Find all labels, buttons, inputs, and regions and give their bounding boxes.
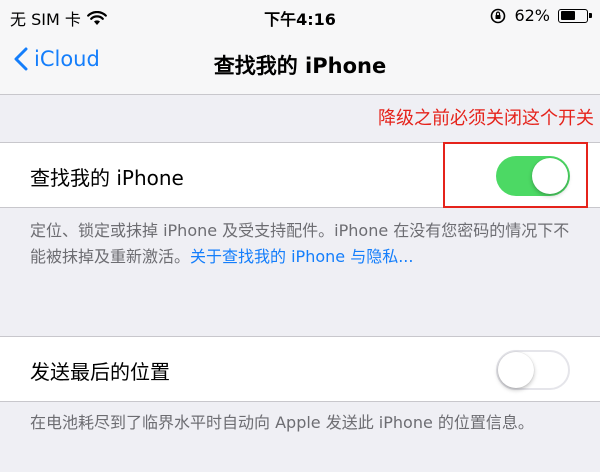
send-last-location-label: 发送最后的位置 xyxy=(30,360,170,384)
send-last-location-footnote: 在电池耗尽到了临界水平时自动向 Apple 发送此 iPhone 的位置信息。 xyxy=(30,413,534,432)
find-my-iphone-label: 查找我的 iPhone xyxy=(30,166,184,190)
find-my-iphone-footnote: 定位、锁定或抹掉 iPhone 及受支持配件。iPhone 在没有您密码的情况下… xyxy=(30,218,578,270)
status-right: 62% xyxy=(490,6,592,25)
battery-fill xyxy=(560,11,576,20)
page-title: 查找我的 iPhone xyxy=(213,54,387,78)
battery-icon xyxy=(558,8,592,23)
battery-percent: 62% xyxy=(514,6,550,25)
toggle-knob xyxy=(532,158,568,194)
send-last-location-cell: 发送最后的位置 xyxy=(0,336,600,402)
annotation-text: 降级之前必须关闭这个开关 xyxy=(378,108,594,129)
navigation-bar: iCloud 查找我的 iPhone xyxy=(0,34,600,95)
privacy-link[interactable]: 关于查找我的 iPhone 与隐私... xyxy=(190,247,413,266)
send-last-location-toggle[interactable] xyxy=(496,350,570,390)
status-bar: 无 SIM 卡 下午4:16 62% xyxy=(0,0,600,34)
toggle-knob xyxy=(498,352,534,388)
find-my-iphone-cell: 查找我的 iPhone xyxy=(0,142,600,208)
orientation-lock-icon xyxy=(491,8,506,23)
find-my-iphone-toggle[interactable] xyxy=(496,156,570,196)
